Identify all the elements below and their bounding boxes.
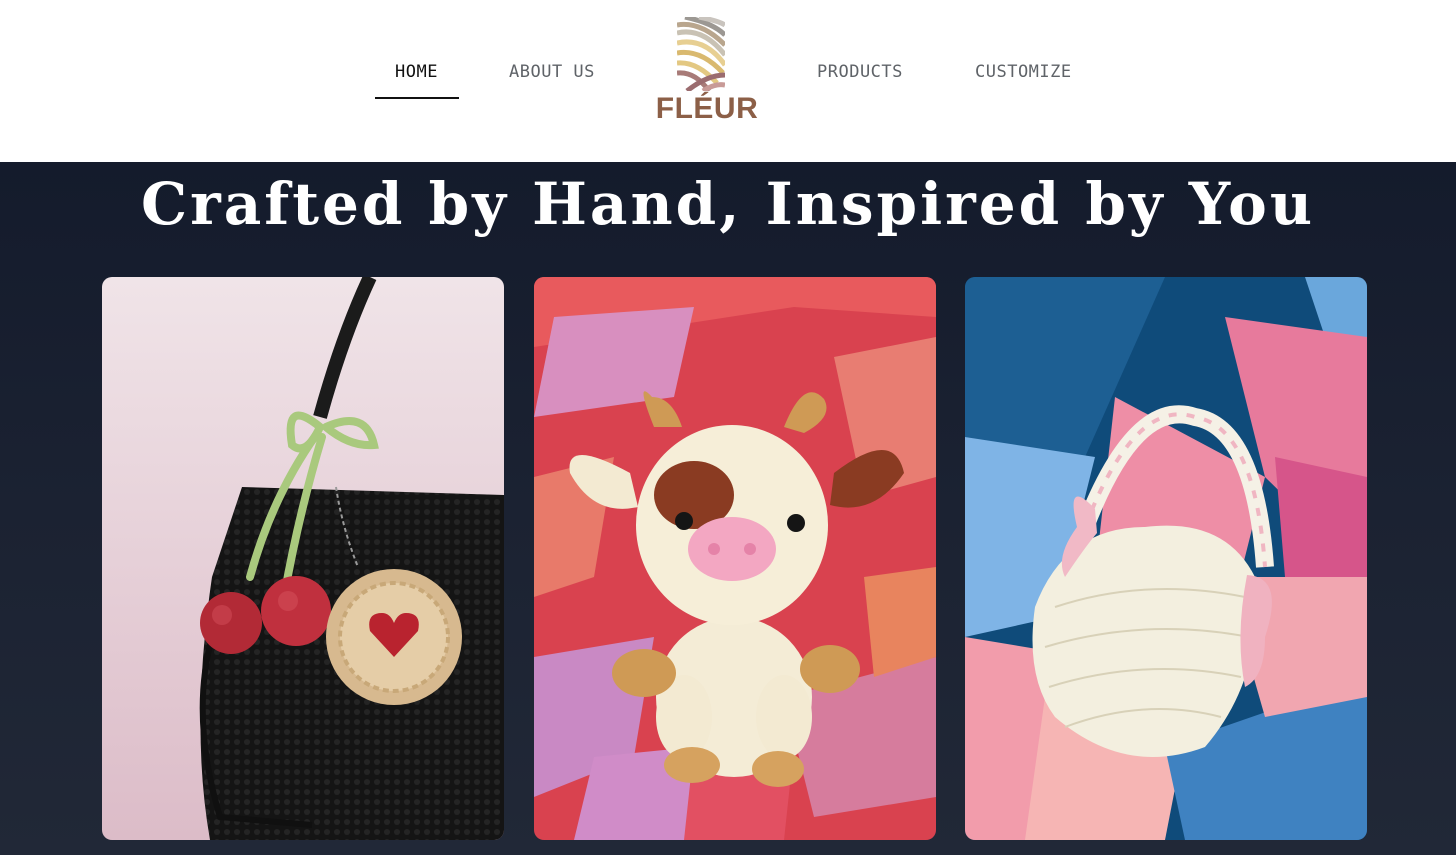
nav-about-us[interactable]: ABOUT US [509,62,595,82]
arc-stripes-logo-icon [677,17,725,91]
nav-products[interactable]: PRODUCTS [817,62,903,82]
crochet-black-bag-image [102,277,504,840]
product-card-cow-plush[interactable] [534,277,936,840]
hero-section: Crafted by Hand, Inspired by You [0,162,1456,855]
nav-active-underline [375,97,459,99]
nav-home[interactable]: HOME [395,62,438,82]
brand-logo[interactable]: FLÉUR [652,14,762,129]
hero-title: Crafted by Hand, Inspired by You [140,170,1316,238]
brand-name: FLÉUR [655,92,759,125]
nav-customize[interactable]: CUSTOMIZE [975,62,1072,82]
product-card-white-bag[interactable] [965,277,1367,840]
product-card-cherry-bag[interactable] [102,277,504,840]
site-header: HOME ABOUT US PRODUCTS CUSTOMIZE FLÉUR [0,0,1456,162]
crochet-white-bag-image [965,277,1367,840]
crochet-cow-plush-image [534,277,936,840]
